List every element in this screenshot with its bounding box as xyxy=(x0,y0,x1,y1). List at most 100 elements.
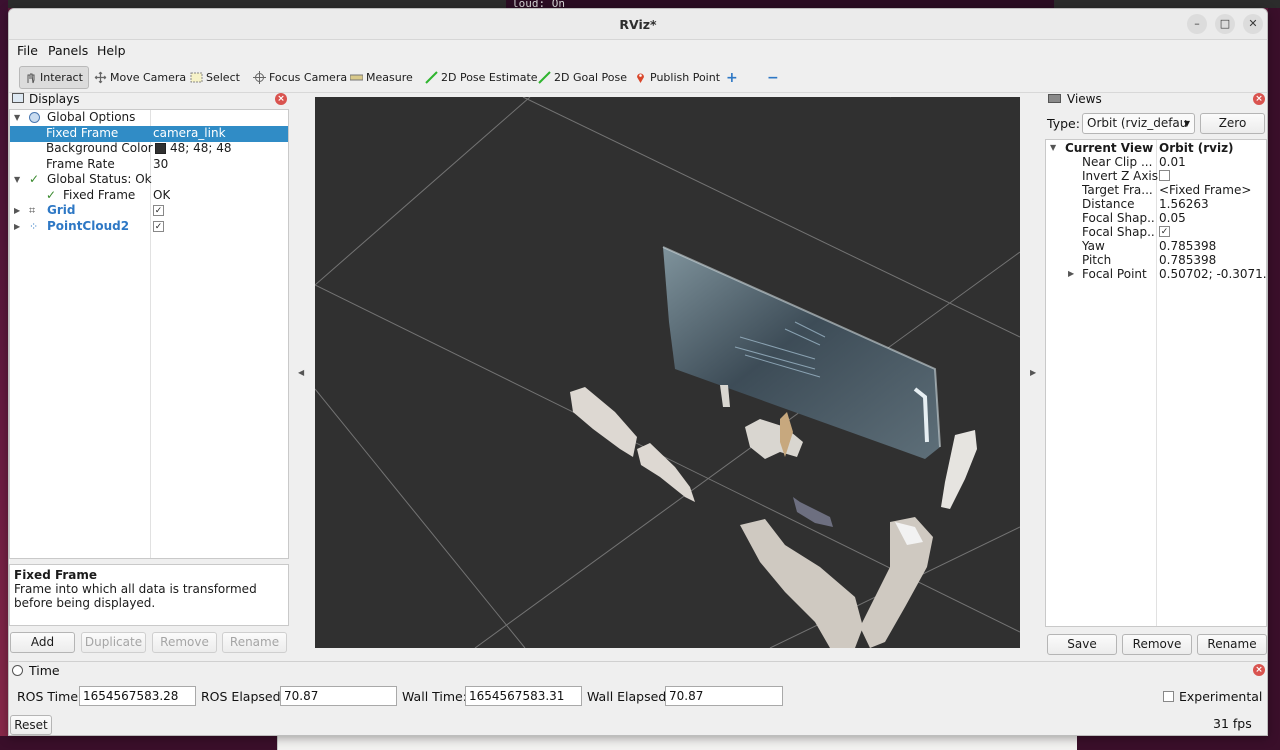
invert-z-checkbox[interactable] xyxy=(1159,170,1170,181)
pose-estimate-label: 2D Pose Estimate xyxy=(441,71,538,84)
wall-elapsed-field[interactable]: 70.87 xyxy=(665,686,783,706)
tree-label: Near Clip ... xyxy=(1082,155,1153,169)
3d-viewport[interactable] xyxy=(315,97,1020,648)
frame-rate-value[interactable]: 30 xyxy=(153,157,168,173)
ros-elapsed-field[interactable]: 70.87 xyxy=(280,686,397,706)
goal-pose-tool[interactable]: 2D Goal Pose xyxy=(534,66,631,89)
collapse-right-icon[interactable]: ▶ xyxy=(1030,368,1036,377)
tree-label: Background Color xyxy=(46,141,153,155)
close-window-button[interactable]: ✕ xyxy=(1243,14,1263,34)
yaw-value[interactable]: 0.785398 xyxy=(1159,239,1216,253)
tree-row-invert-z[interactable]: Invert Z Axis xyxy=(1046,169,1266,183)
tree-row-target-frame[interactable]: Target Fra... <Fixed Frame> xyxy=(1046,183,1266,197)
tree-label: Focal Shap... xyxy=(1082,211,1154,225)
remove-display-button[interactable]: Remove xyxy=(152,632,217,653)
zero-view-button[interactable]: Zero xyxy=(1200,113,1265,134)
tree-label: Grid xyxy=(47,203,76,217)
desktop-bottom xyxy=(0,736,1280,750)
focal-shape-size-value[interactable]: 0.05 xyxy=(1159,211,1186,225)
pitch-value[interactable]: 0.785398 xyxy=(1159,253,1216,267)
menu-panels[interactable]: Panels xyxy=(48,43,88,58)
tree-row-global-status[interactable]: ▼ ✓ Global Status: Ok xyxy=(10,172,288,188)
tree-row-fixed-frame-status[interactable]: ✓ Fixed Frame OK xyxy=(10,188,288,204)
expand-arrow-icon[interactable]: ▼ xyxy=(14,172,20,188)
collapse-left-icon[interactable]: ◀ xyxy=(298,368,304,377)
collapse-arrow-icon[interactable]: ▶ xyxy=(1068,267,1074,281)
duplicate-display-button[interactable]: Duplicate xyxy=(81,632,146,653)
select-tool[interactable]: Select xyxy=(186,66,244,89)
views-panel-header: Views × xyxy=(1047,92,1265,108)
tree-label: Frame Rate xyxy=(46,157,115,171)
publish-point-tool[interactable]: Publish Point xyxy=(630,66,724,89)
tree-label: Invert Z Axis xyxy=(1082,169,1159,183)
minimize-button[interactable]: – xyxy=(1187,14,1207,34)
wall-time-label: Wall Time: xyxy=(402,689,467,704)
tree-row-distance[interactable]: Distance 1.56263 xyxy=(1046,197,1266,211)
tree-row-focal-shape-fixed[interactable]: Focal Shap... ✓ xyxy=(1046,225,1266,239)
menu-help[interactable]: Help xyxy=(97,43,126,58)
grid-enabled-checkbox[interactable]: ✓ xyxy=(153,205,164,216)
rename-view-button[interactable]: Rename xyxy=(1197,634,1267,655)
focal-shape-fixed-checkbox[interactable]: ✓ xyxy=(1159,226,1170,237)
near-clip-value[interactable]: 0.01 xyxy=(1159,155,1186,169)
collapse-arrow-icon[interactable]: ▶ xyxy=(14,219,20,235)
ros-elapsed-label: ROS Elapsed: xyxy=(201,689,285,704)
focus-camera-tool[interactable]: Focus Camera xyxy=(249,66,351,89)
pointcloud2-enabled-checkbox[interactable]: ✓ xyxy=(153,221,164,232)
ros-time-field[interactable]: 1654567583.28 xyxy=(79,686,196,706)
tree-row-current-view[interactable]: ▼ Current View Orbit (rviz) xyxy=(1046,141,1266,155)
expand-arrow-icon[interactable]: ▼ xyxy=(14,110,20,126)
tree-row-global-options[interactable]: ▼ Global Options xyxy=(10,110,288,126)
right-surface xyxy=(941,430,977,509)
tree-label: Current View xyxy=(1065,141,1154,155)
property-description: Fixed Frame Frame into which all data is… xyxy=(9,564,289,626)
color-swatch[interactable] xyxy=(155,143,166,154)
fixed-frame-value[interactable]: camera_link xyxy=(153,126,226,142)
save-view-button[interactable]: Save xyxy=(1047,634,1117,655)
focus-camera-icon xyxy=(253,71,266,84)
measure-tool[interactable]: Measure xyxy=(346,66,417,89)
tree-row-focal-point[interactable]: ▶ Focal Point 0.50702; -0.3071... xyxy=(1046,267,1266,281)
reset-button[interactable]: Reset xyxy=(10,715,52,735)
tree-row-near-clip[interactable]: Near Clip ... 0.01 xyxy=(1046,155,1266,169)
tree-row-grid[interactable]: ▶ ⌗ Grid ✓ xyxy=(10,203,288,219)
tree-row-pointcloud2[interactable]: ▶ ⁘ PointCloud2 ✓ xyxy=(10,219,288,235)
remove-tool-button[interactable]: − xyxy=(763,66,783,89)
distance-value[interactable]: 1.56263 xyxy=(1159,197,1209,211)
collapse-arrow-icon[interactable]: ▶ xyxy=(14,203,20,219)
wall-time-field[interactable]: 1654567583.31 xyxy=(465,686,582,706)
view-type-select[interactable]: Orbit (rviz_defau ▼ xyxy=(1082,113,1195,134)
move-camera-tool[interactable]: Move Camera xyxy=(90,66,190,89)
time-close-icon[interactable]: × xyxy=(1253,664,1265,676)
add-tool-button[interactable]: + xyxy=(722,66,742,89)
tree-row-yaw[interactable]: Yaw 0.785398 xyxy=(1046,239,1266,253)
monitor-icon xyxy=(12,93,24,103)
experimental-checkbox[interactable] xyxy=(1163,691,1174,702)
view-type-value: Orbit (rviz_defau xyxy=(1087,116,1188,130)
remove-view-button[interactable]: Remove xyxy=(1122,634,1192,655)
add-display-button[interactable]: Add xyxy=(10,632,75,653)
views-close-icon[interactable]: × xyxy=(1253,93,1265,105)
window-title: RViz* xyxy=(619,17,657,32)
tree-row-pitch[interactable]: Pitch 0.785398 xyxy=(1046,253,1266,267)
interact-tool[interactable]: Interact xyxy=(19,66,89,89)
tree-row-focal-shape-size[interactable]: Focal Shap... 0.05 xyxy=(1046,211,1266,225)
camera-icon xyxy=(1048,94,1061,103)
target-frame-value[interactable]: <Fixed Frame> xyxy=(1159,183,1251,197)
status-value: OK xyxy=(153,188,171,202)
menu-file[interactable]: File xyxy=(17,43,38,58)
ros-time-label: ROS Time: xyxy=(17,689,83,704)
tree-label: PointCloud2 xyxy=(47,219,130,233)
expand-arrow-icon[interactable]: ▼ xyxy=(1050,141,1056,155)
background-color-value[interactable]: 48; 48; 48 xyxy=(170,141,232,157)
focal-point-value[interactable]: 0.50702; -0.3071... xyxy=(1159,267,1266,281)
rename-display-button[interactable]: Rename xyxy=(222,632,287,653)
tree-row-fixed-frame[interactable]: Fixed Frame camera_link xyxy=(10,126,288,142)
pose-estimate-tool[interactable]: 2D Pose Estimate xyxy=(421,66,542,89)
focus-camera-label: Focus Camera xyxy=(269,71,348,84)
maximize-button[interactable]: □ xyxy=(1215,14,1235,34)
displays-close-icon[interactable]: × xyxy=(275,93,287,105)
tree-row-background-color[interactable]: Background Color 48; 48; 48 xyxy=(10,141,288,157)
tree-label: Pitch xyxy=(1082,253,1112,267)
tree-row-frame-rate[interactable]: Frame Rate 30 xyxy=(10,157,288,173)
